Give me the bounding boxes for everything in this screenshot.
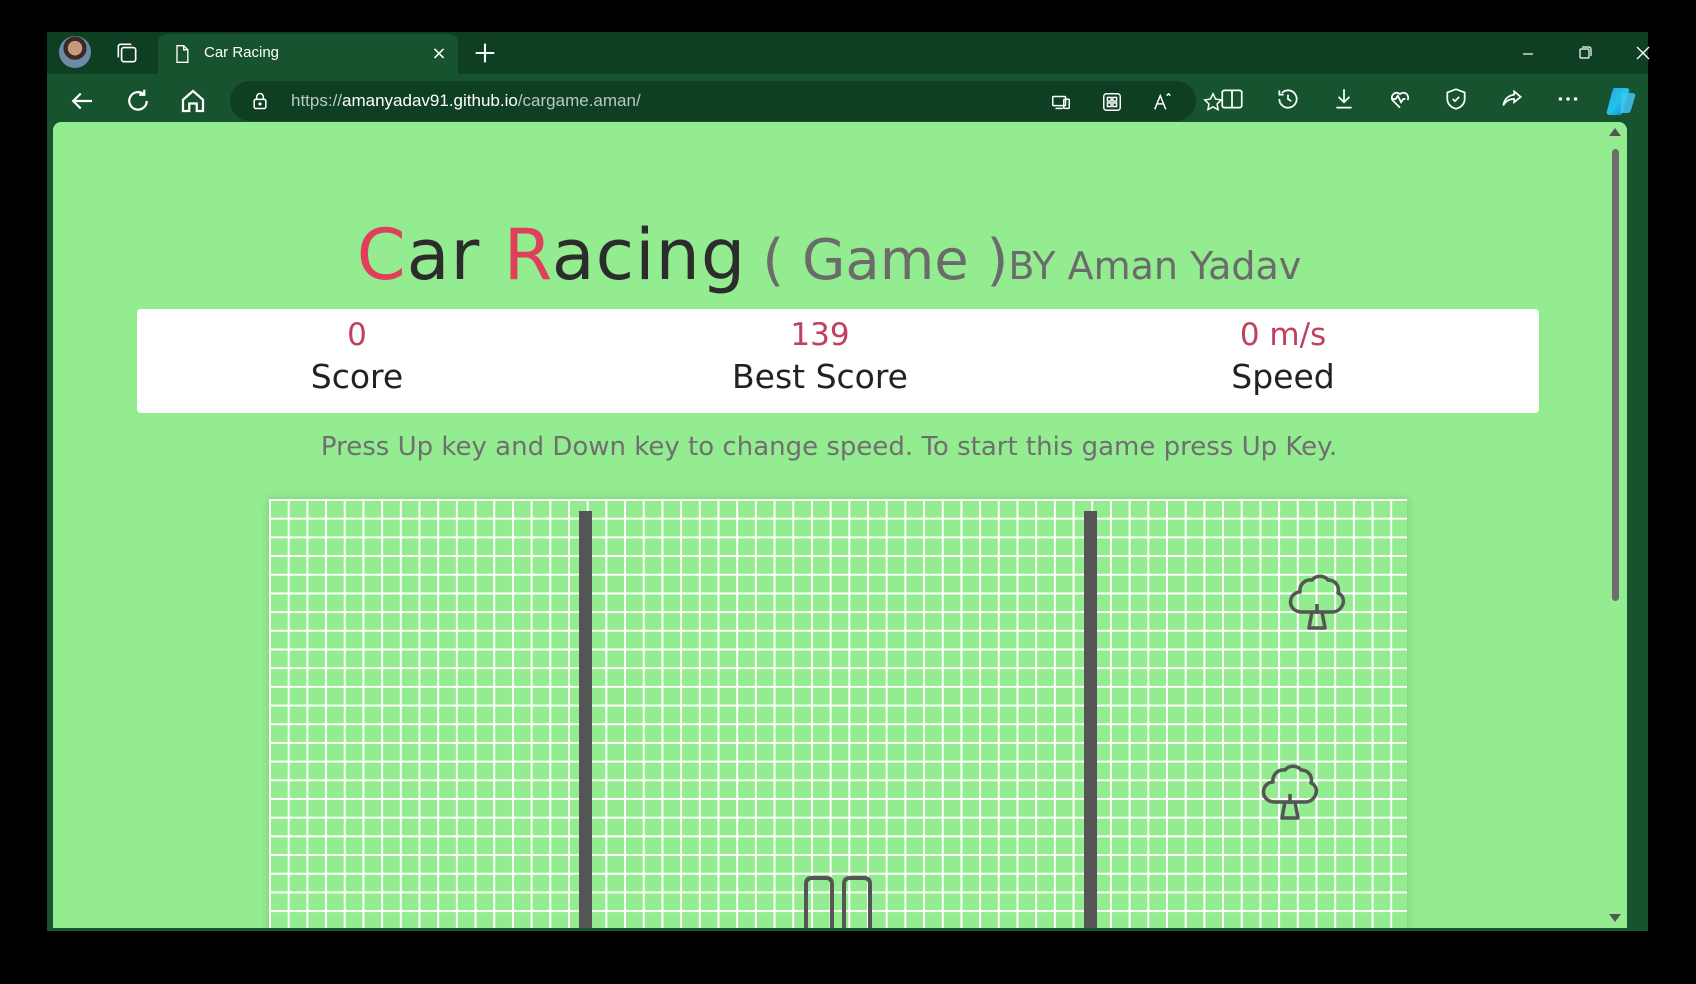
speed-stat: 0 m/s Speed [1103, 315, 1463, 399]
share-icon[interactable] [1499, 86, 1525, 112]
history-icon[interactable] [1275, 86, 1301, 112]
road-right-boundary [1084, 511, 1097, 928]
restore-icon[interactable] [1562, 38, 1608, 68]
lock-icon[interactable] [250, 91, 270, 111]
car-icon [804, 876, 872, 928]
speed-label: Speed [1231, 357, 1335, 396]
url-path: /cargame.aman/ [517, 91, 641, 110]
download-icon[interactable] [1331, 86, 1357, 112]
tab-strip: Car Racing × [47, 32, 1650, 74]
refresh-icon[interactable] [123, 86, 153, 116]
split-screen-icon[interactable] [1219, 86, 1245, 112]
minimize-icon[interactable] [1505, 38, 1551, 68]
speed-value: 0 m/s [1239, 317, 1327, 353]
workspaces-icon[interactable] [114, 40, 140, 66]
scroll-down-arrow[interactable] [1609, 914, 1621, 922]
scroll-thumb[interactable] [1612, 149, 1619, 601]
tab-title: Car Racing [204, 44, 280, 61]
best-score-stat: 139 Best Score [640, 315, 1000, 399]
apps-icon[interactable] [1101, 91, 1123, 113]
performance-icon[interactable] [1387, 86, 1413, 112]
scrollbar[interactable] [1603, 122, 1627, 928]
instructions-text: Press Up key and Down key to change spee… [320, 432, 1338, 462]
title-acing: acing [551, 214, 747, 296]
url-host: amanyadav91.github.io [342, 91, 518, 110]
address-bar[interactable]: https://amanyadav91.github.io/cargame.am… [230, 81, 1223, 121]
browser-essentials-icon[interactable] [1443, 86, 1469, 112]
home-icon[interactable] [178, 86, 208, 116]
title-letter-c: C [356, 214, 407, 296]
avatar[interactable] [59, 36, 91, 68]
url-text[interactable]: https://amanyadav91.github.io/cargame.am… [291, 91, 641, 111]
tab-car-racing[interactable]: Car Racing × [158, 34, 458, 74]
best-score-label: Best Score [732, 357, 908, 396]
best-score-value: 139 [790, 317, 850, 353]
title-game: ( Game ) [762, 228, 1009, 293]
url-prefix: https:// [291, 91, 343, 110]
title-letter-r: R [503, 214, 552, 296]
score-value: 0 [347, 317, 367, 353]
navigation-bar: https://amanyadav91.github.io/cargame.am… [47, 74, 1648, 128]
page-title: Car Racing( Game )BY Aman Yadav [53, 214, 1605, 296]
devices-icon[interactable] [1050, 91, 1072, 113]
close-icon[interactable]: × [428, 43, 450, 65]
close-window-icon[interactable] [1620, 38, 1666, 68]
game-canvas[interactable] [269, 499, 1407, 928]
copilot-icon[interactable] [1604, 84, 1638, 118]
scroll-up-arrow[interactable] [1609, 128, 1621, 136]
new-tab-icon[interactable] [471, 39, 499, 67]
title-ar: ar [406, 214, 504, 296]
tree-icon [1288, 574, 1346, 630]
score-stat: 0 Score [177, 315, 537, 399]
page-viewport: Car Racing( Game )BY Aman Yadav 0 Score … [53, 122, 1627, 928]
road-left-boundary [579, 511, 592, 928]
score-label: Score [310, 357, 404, 396]
read-aloud-icon[interactable] [1152, 91, 1174, 113]
page-icon [176, 45, 189, 63]
title-author: BY Aman Yadav [1008, 244, 1302, 288]
back-icon[interactable] [67, 86, 97, 116]
tree-icon [1261, 764, 1319, 820]
more-icon[interactable] [1555, 86, 1581, 112]
score-panel: 0 Score 139 Best Score 0 m/s Speed [137, 309, 1539, 413]
